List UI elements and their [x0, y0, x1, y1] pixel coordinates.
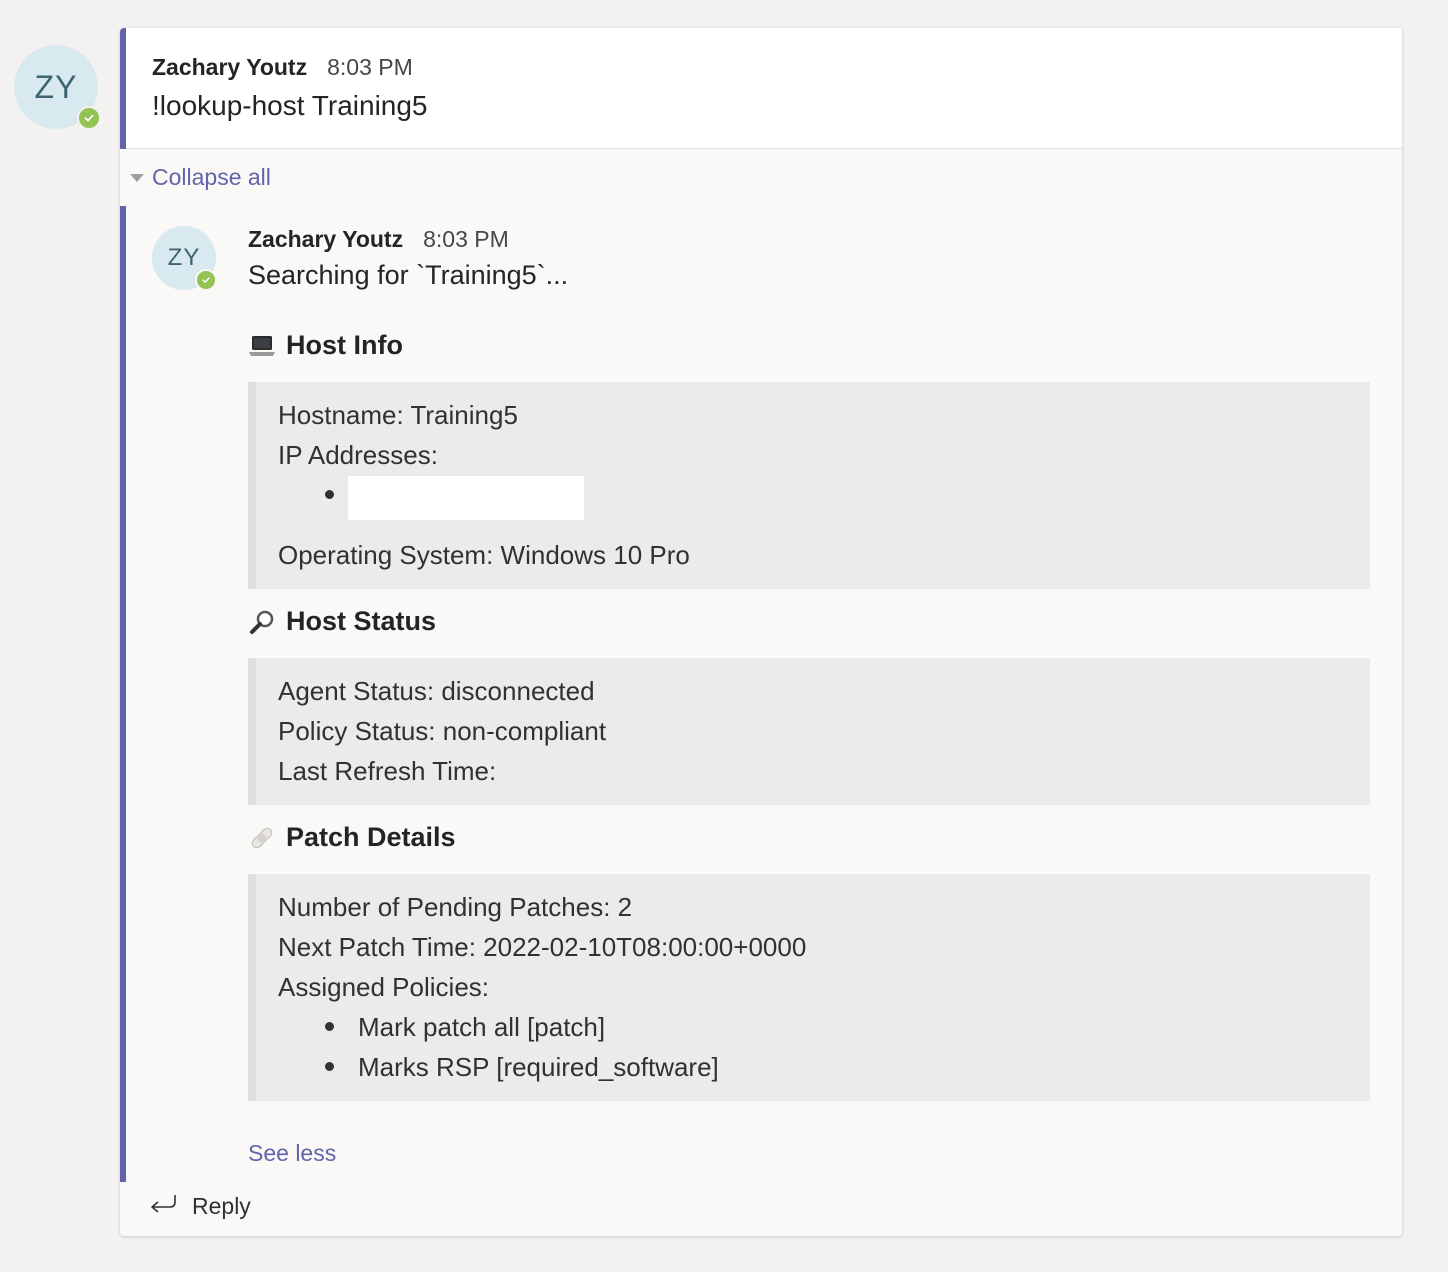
see-less-link[interactable]: See less [248, 1140, 336, 1167]
ip-addresses-label: IP Addresses: [278, 440, 438, 470]
assigned-policies-label: Assigned Policies: [278, 972, 489, 1002]
list-bullet [325, 490, 334, 499]
reply-author-name[interactable]: Zachary Youtz [248, 226, 403, 253]
host-status-heading: Host Status [248, 606, 436, 637]
list-bullet [325, 1022, 334, 1031]
timestamp: 8:03 PM [327, 54, 413, 80]
magnifier-icon [248, 608, 276, 636]
patch-details-heading: Patch Details [248, 822, 456, 853]
reply-text: Searching for `Training5`... [248, 260, 569, 290]
laptop-icon [248, 332, 276, 360]
presence-available-icon [195, 269, 217, 291]
hostname-text: Hostname: Training5 [278, 400, 518, 430]
list-bullet [325, 1062, 334, 1071]
message-thread: Zachary Youtz 8:03 PM !lookup-host Train… [120, 28, 1402, 1236]
host-info-heading: Host Info [248, 330, 403, 361]
message-text: !lookup-host Training5 [152, 90, 428, 121]
reply-avatar-initials: ZY [167, 244, 201, 271]
redacted-ip-address [348, 476, 584, 520]
host-info-title: Host Info [286, 330, 403, 360]
author-name[interactable]: Zachary Youtz [152, 54, 307, 81]
reply-label: Reply [192, 1193, 251, 1219]
host-status-box: Agent Status: disconnected Policy Status… [248, 658, 1370, 805]
root-message: Zachary Youtz 8:03 PM !lookup-host Train… [120, 28, 1402, 149]
operating-system-text: Operating System: Windows 10 Pro [278, 540, 690, 570]
next-patch-time-text: Next Patch Time: 2022-02-10T08:00:00+000… [278, 932, 807, 962]
host-status-title: Host Status [286, 606, 437, 636]
pending-patches-text: Number of Pending Patches: 2 [278, 892, 633, 922]
patch-details-title: Patch Details [286, 822, 456, 852]
reply-accent-bar [120, 206, 126, 1182]
agent-status-text: Agent Status: disconnected [278, 676, 595, 706]
avatar-initials: ZY [34, 68, 78, 105]
policy-list-item: Marks RSP [required_software] [358, 1052, 719, 1082]
collapse-all-button[interactable]: Collapse all [130, 164, 271, 191]
reply-arrow-icon [148, 1192, 178, 1221]
patch-details-box: Number of Pending Patches: 2 Next Patch … [248, 874, 1370, 1101]
last-refresh-text: Last Refresh Time: [278, 756, 497, 786]
reply-header: Zachary Youtz 8:03 PM [248, 226, 509, 253]
caret-down-icon [130, 173, 144, 182]
message-accent-bar [120, 28, 126, 149]
collapse-all-label: Collapse all [152, 164, 271, 190]
bandage-icon [248, 824, 276, 852]
host-info-box: Hostname: Training5 IP Addresses: Operat… [248, 382, 1370, 589]
message-header: Zachary Youtz 8:03 PM [152, 54, 413, 81]
reply-timestamp: 8:03 PM [423, 226, 509, 252]
policy-status-text: Policy Status: non-compliant [278, 716, 607, 746]
policy-list-item: Mark patch all [patch] [358, 1012, 606, 1042]
presence-available-icon [77, 106, 101, 130]
reply-button[interactable]: Reply [148, 1192, 251, 1221]
